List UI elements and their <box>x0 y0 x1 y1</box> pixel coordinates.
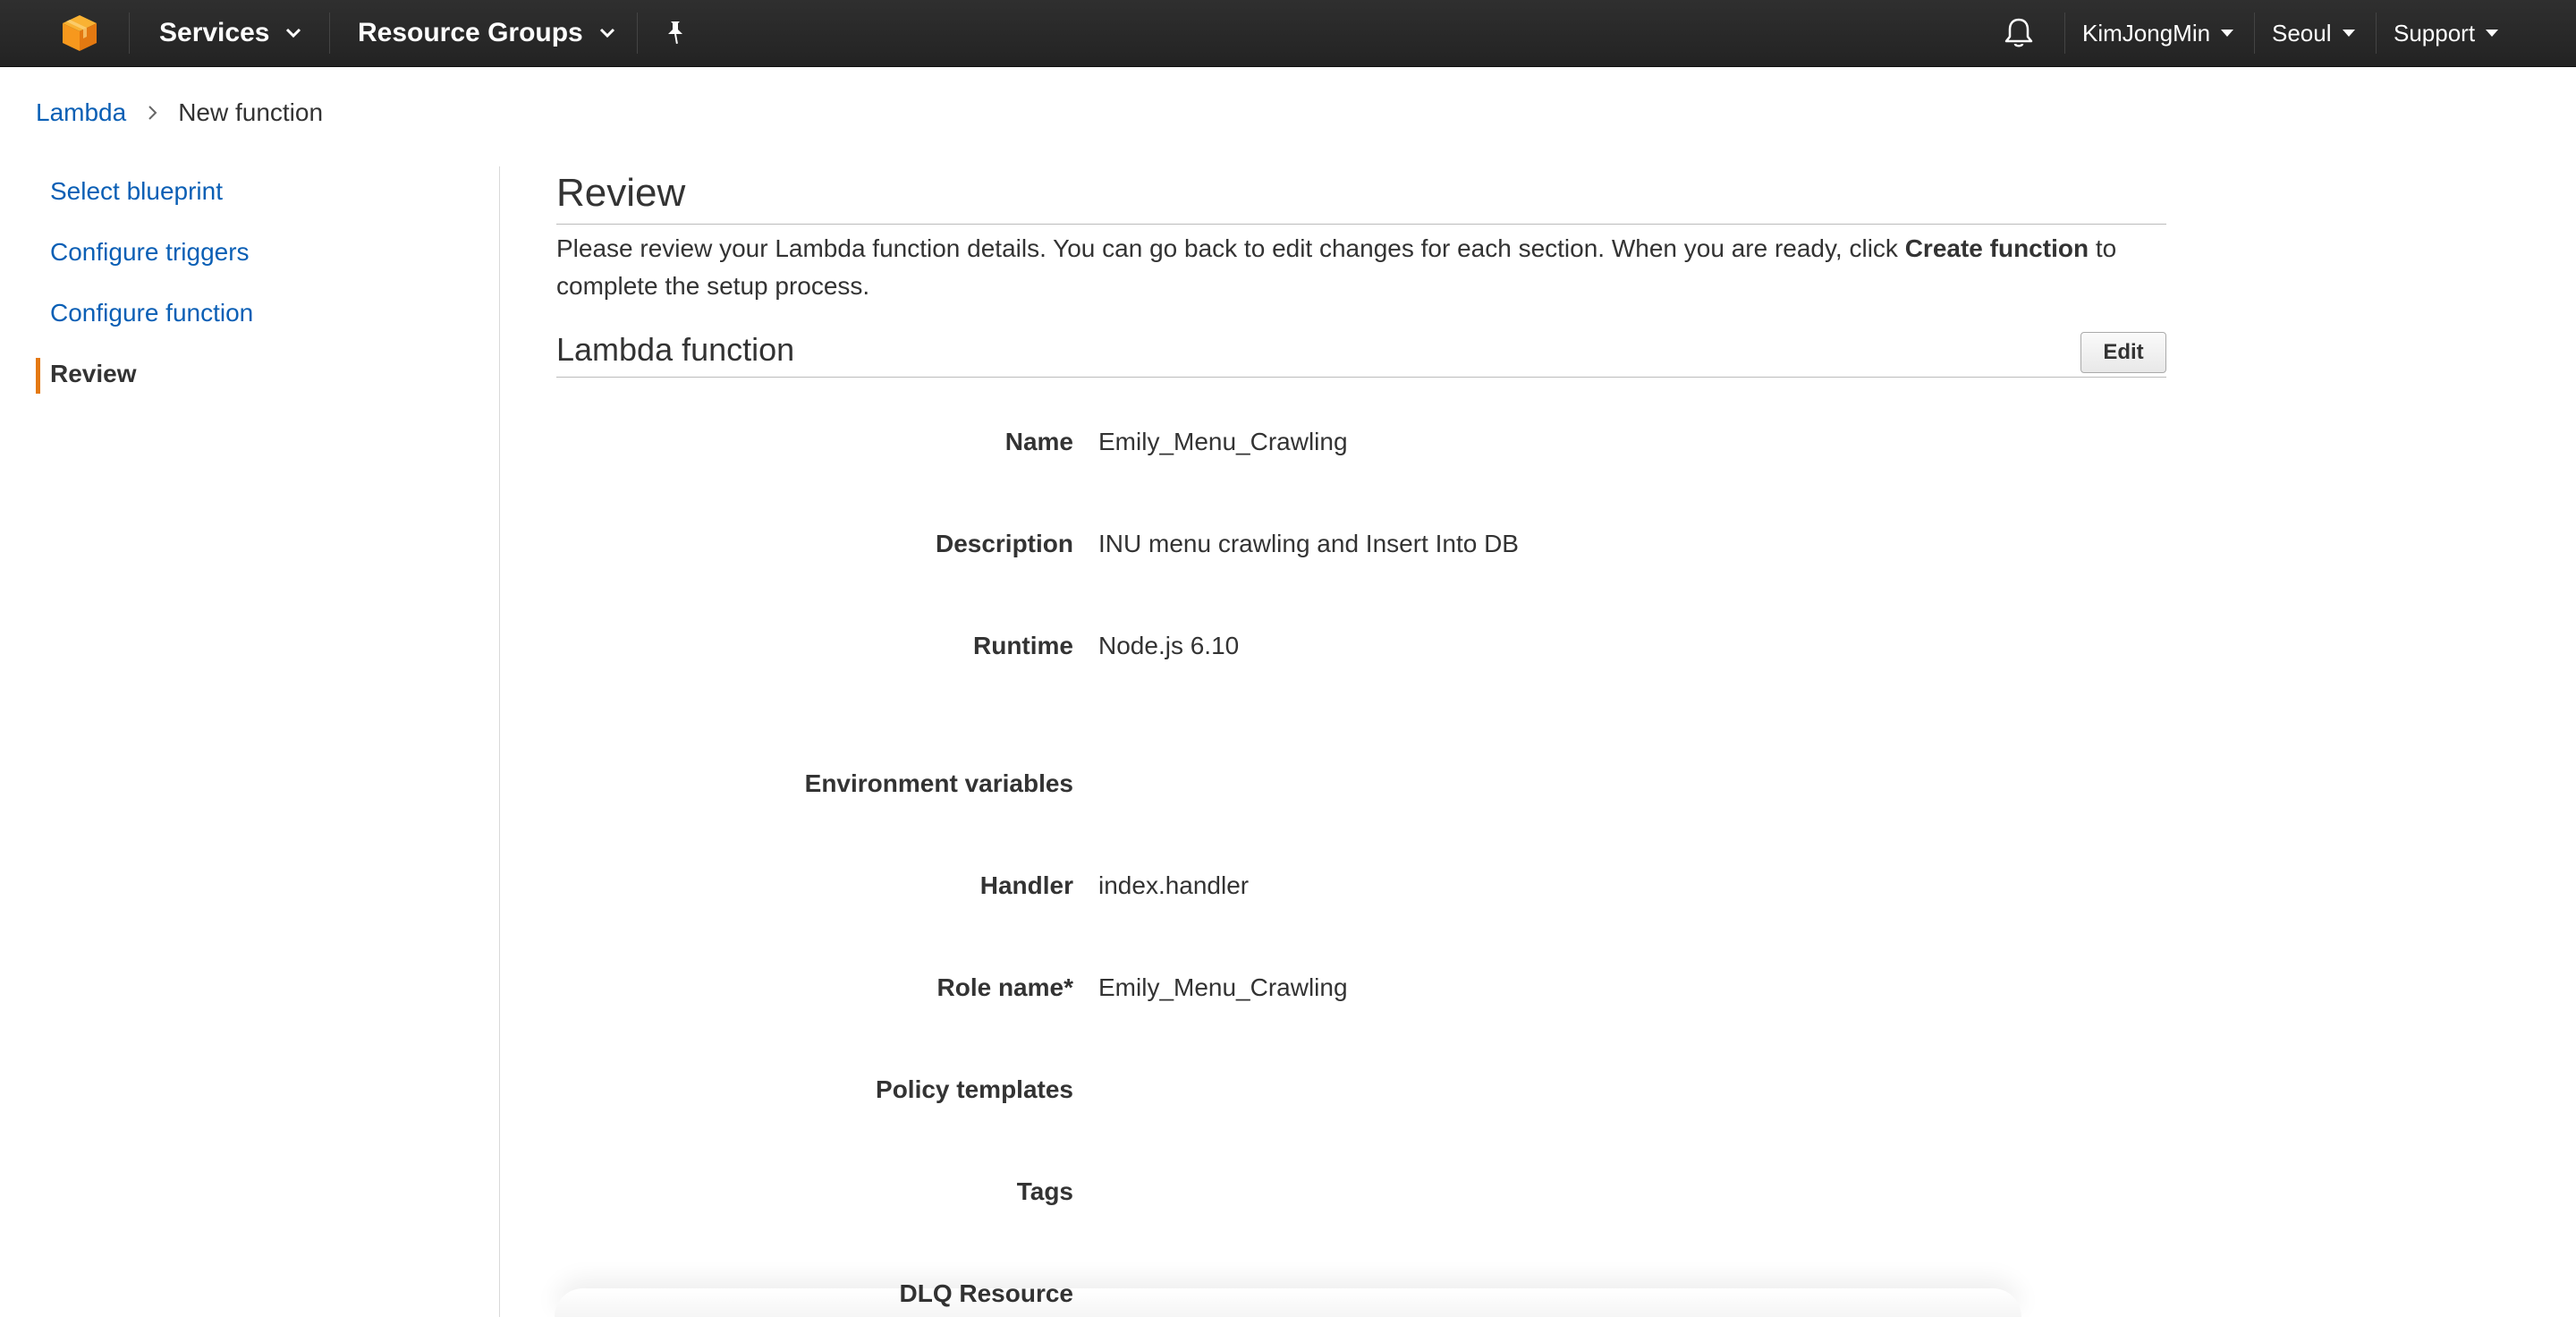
chevron-down-icon <box>285 28 301 38</box>
nav-separator <box>2376 13 2377 54</box>
field-label: Handler <box>979 871 1073 899</box>
field-label: Environment variables <box>804 769 1073 797</box>
detail-row-description: Description INU menu crawling and Insert… <box>556 526 2166 562</box>
region-label: Seoul <box>2272 19 2332 47</box>
breadcrumb-lambda-link[interactable]: Lambda <box>36 98 126 127</box>
services-menu-button[interactable]: Services <box>159 0 301 66</box>
aws-cube-logo-icon[interactable] <box>55 0 104 66</box>
detail-row-tags: Tags <box>556 1174 2166 1210</box>
chevron-right-icon <box>148 104 158 122</box>
nav-separator <box>129 13 130 54</box>
field-label: Description <box>935 530 1073 557</box>
caret-down-icon <box>2342 30 2355 37</box>
services-label: Services <box>159 18 270 47</box>
field-label: Tags <box>1016 1177 1073 1205</box>
detail-row-handler: Handler index.handler <box>556 868 2166 904</box>
detail-row-policy-templates: Policy templates <box>556 1072 2166 1108</box>
field-label: Role name* <box>936 973 1074 1001</box>
detail-row-role-name: Role name* Emily_Menu_Crawling <box>556 970 2166 1006</box>
field-value: Node.js 6.10 <box>1098 632 1240 659</box>
wizard-steps-sidebar: Select blueprint Configure triggers Conf… <box>36 161 483 404</box>
step-review[interactable]: Review <box>36 344 483 404</box>
breadcrumb: Lambda New function <box>36 97 323 129</box>
breadcrumb-current: New function <box>178 98 324 126</box>
detail-row-environment-variables: Environment variables <box>556 766 2166 802</box>
field-label: Name <box>1004 428 1073 455</box>
step-label: Select blueprint <box>50 177 224 205</box>
nav-separator <box>2254 13 2255 54</box>
support-label: Support <box>2394 19 2476 47</box>
function-details: Name Emily_Menu_Crawling Description INU… <box>556 0 2166 1317</box>
field-label: Policy templates <box>876 1075 1073 1103</box>
nav-separator <box>329 13 330 54</box>
support-menu-button[interactable]: Support <box>2394 0 2499 66</box>
field-value: index.handler <box>1098 871 1250 899</box>
step-label: Review <box>50 360 137 387</box>
region-menu-button[interactable]: Seoul <box>2272 0 2355 66</box>
caret-down-icon <box>2221 30 2234 37</box>
field-value: Emily_Menu_Crawling <box>1098 973 1348 1001</box>
field-label: Runtime <box>973 632 1073 659</box>
sidebar-divider <box>499 166 500 1317</box>
caret-down-icon <box>2486 30 2499 37</box>
step-label: Configure function <box>50 299 254 327</box>
step-configure-function[interactable]: Configure function <box>36 283 483 344</box>
detail-row-runtime: Runtime Node.js 6.10 <box>556 628 2166 664</box>
field-value: INU menu crawling and Insert Into DB <box>1098 530 1519 557</box>
step-select-blueprint[interactable]: Select blueprint <box>36 161 483 222</box>
scroll-shadow <box>555 1288 2021 1317</box>
field-value: Emily_Menu_Crawling <box>1098 428 1348 455</box>
step-label: Configure triggers <box>50 238 250 266</box>
step-configure-triggers[interactable]: Configure triggers <box>36 222 483 283</box>
detail-row-name: Name Emily_Menu_Crawling <box>556 424 2166 460</box>
resource-groups-label: Resource Groups <box>358 18 583 47</box>
